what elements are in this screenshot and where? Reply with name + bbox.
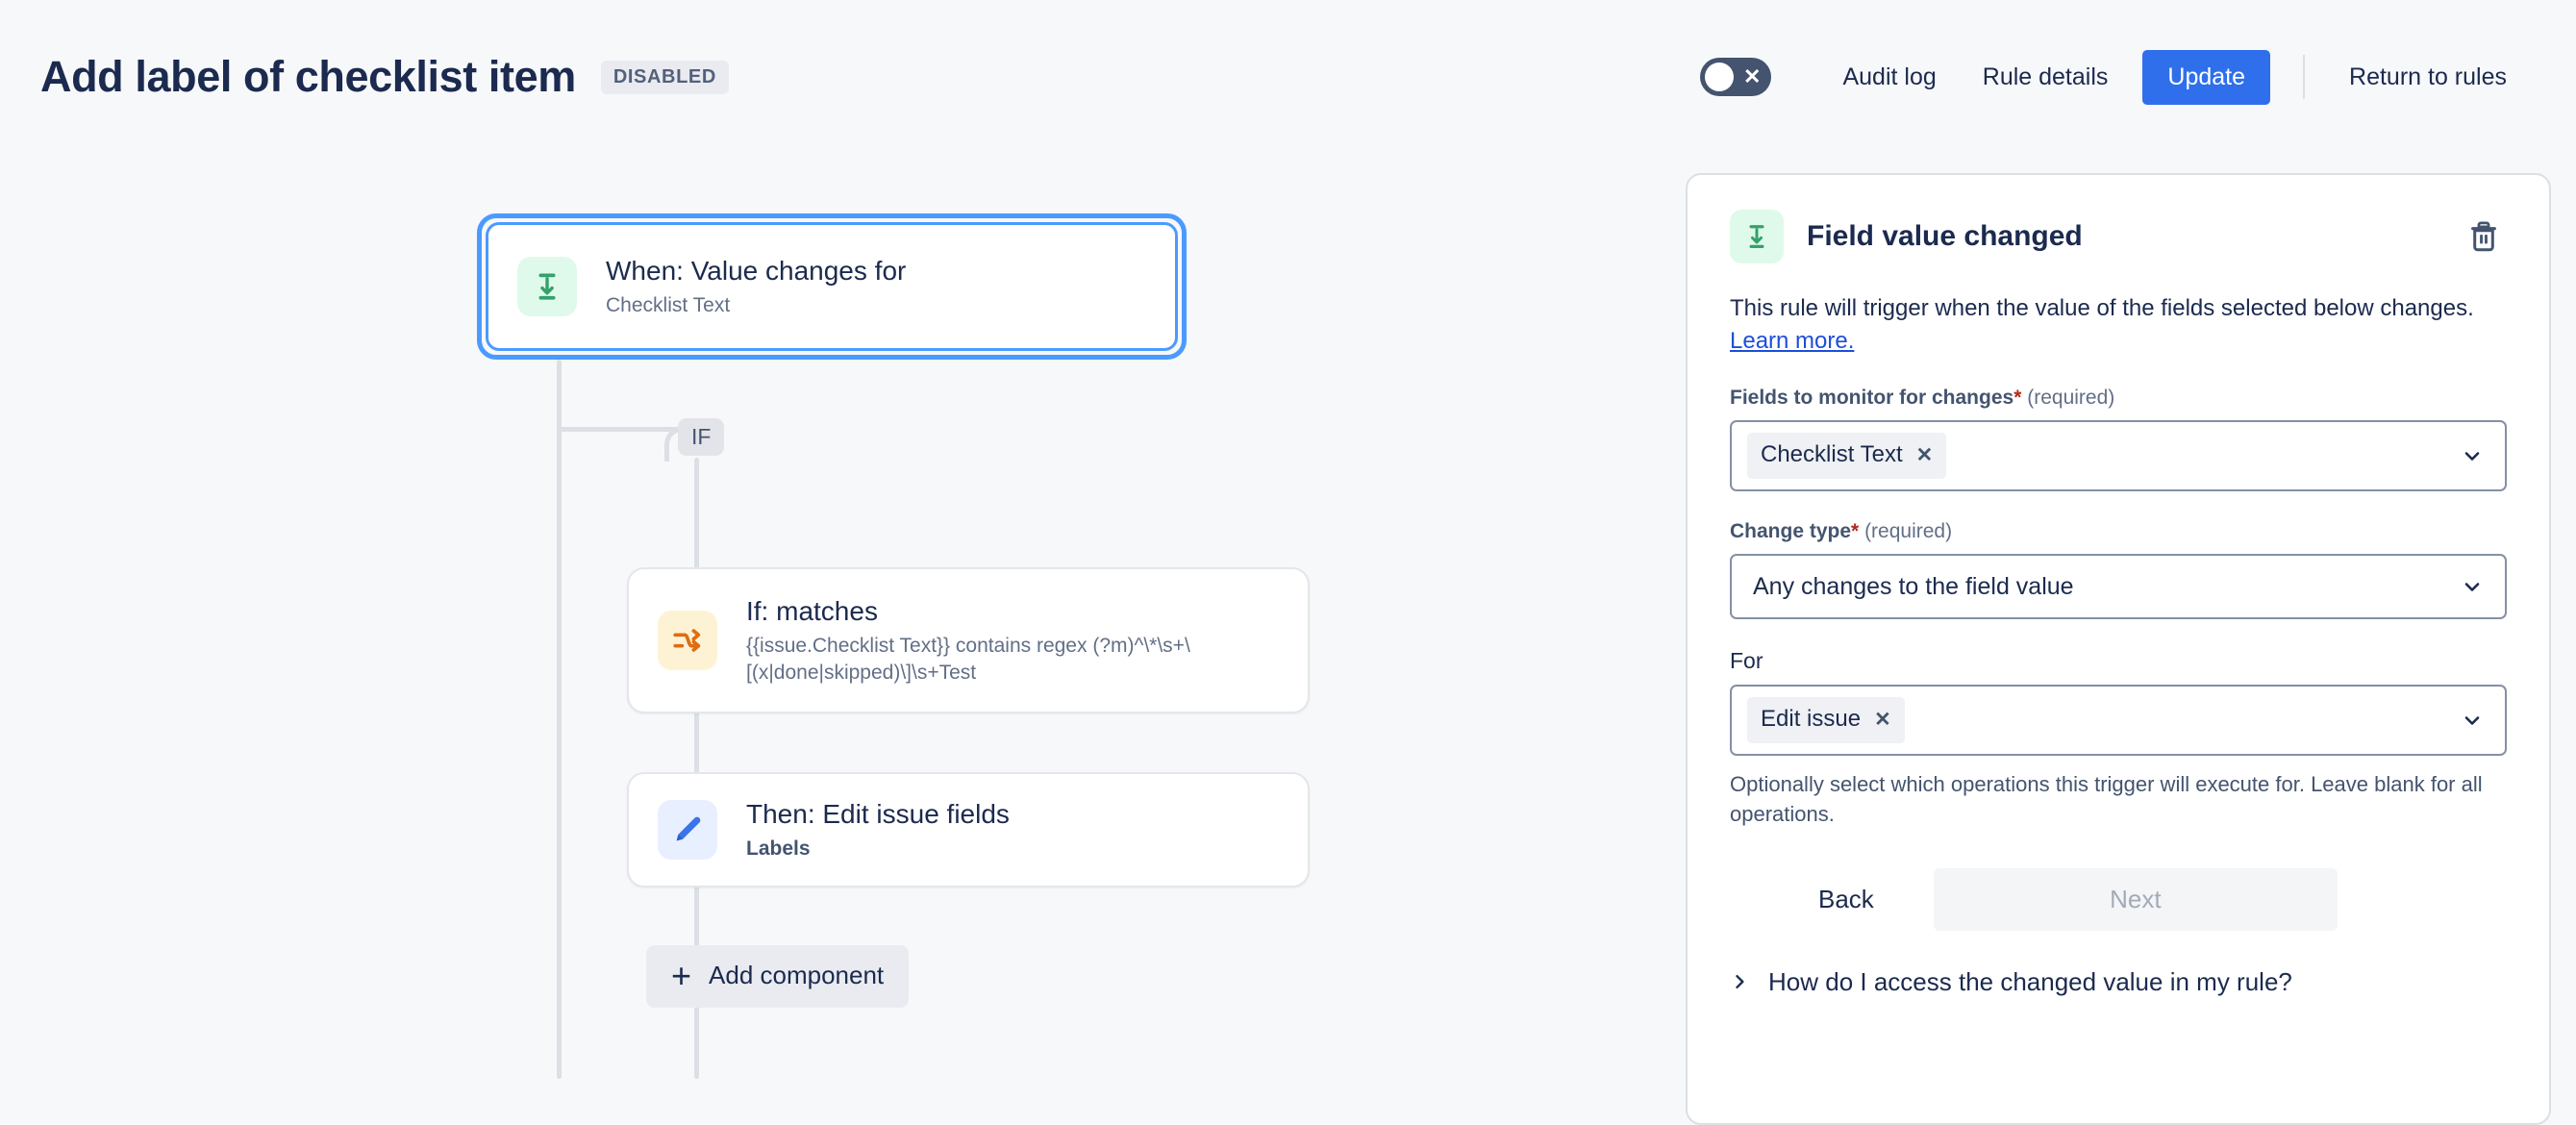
change-type-select[interactable]: Any changes to the field value: [1730, 554, 2507, 619]
plus-icon: +: [671, 963, 691, 988]
condition-node-subtitle: {{issue.Checklist Text}} contains regex …: [746, 633, 1285, 688]
trash-icon: [2466, 219, 2501, 254]
expander-label: How do I access the changed value in my …: [1768, 967, 2292, 997]
change-type-label: Change type* (required): [1730, 520, 2507, 543]
rule-details-link[interactable]: Rule details: [1960, 50, 2132, 105]
change-type-label-text: Change type: [1730, 520, 1851, 542]
for-select[interactable]: Edit issue ✕: [1730, 685, 2507, 756]
field-chip-label: Checklist Text: [1761, 441, 1903, 468]
page-title: Add label of checklist item: [40, 52, 576, 102]
change-type-value: Any changes to the field value: [1747, 573, 2074, 601]
toggle-knob: [1705, 62, 1734, 91]
trigger-node-selected[interactable]: When: Value changes for Checklist Text: [477, 213, 1187, 360]
required-asterisk: *: [2013, 387, 2021, 409]
trigger-node-title: When: Value changes for: [606, 254, 906, 288]
connector-trunk: [557, 360, 562, 1079]
trigger-node-text: When: Value changes for Checklist Text: [606, 254, 929, 319]
field-value-changed-icon: [517, 257, 577, 316]
changed-value-help-expander[interactable]: How do I access the changed value in my …: [1730, 962, 2507, 1003]
rule-enabled-toggle[interactable]: ✕: [1700, 58, 1771, 96]
fields-to-monitor-label: Fields to monitor for changes* (required…: [1730, 387, 2507, 410]
field-chip-checklist-text[interactable]: Checklist Text ✕: [1747, 433, 1946, 479]
add-component-label: Add component: [709, 961, 884, 990]
condition-node-title: If: matches: [746, 594, 1285, 628]
for-label-text: For: [1730, 648, 1763, 673]
header-actions: ✕ Audit log Rule details Update Return t…: [1700, 50, 2530, 105]
close-icon: ✕: [1743, 66, 1761, 88]
delete-trigger-button[interactable]: [2461, 213, 2507, 260]
action-node[interactable]: Then: Edit issue fields Labels: [627, 772, 1310, 888]
chevron-right-icon: [1730, 971, 1749, 992]
update-button[interactable]: Update: [2142, 50, 2270, 105]
chevron-down-icon[interactable]: [2461, 444, 2484, 467]
panel-button-row: Back Next: [1730, 868, 2507, 931]
return-to-rules-link[interactable]: Return to rules: [2326, 50, 2530, 105]
required-hint: (required): [2027, 387, 2114, 409]
chevron-down-icon[interactable]: [2461, 709, 2484, 732]
chevron-down-icon[interactable]: [2461, 575, 2484, 598]
pencil-edit-icon: [658, 800, 717, 860]
panel-description: This rule will trigger when the value of…: [1730, 292, 2507, 358]
field-value-changed-icon: [1730, 210, 1784, 263]
learn-more-link[interactable]: Learn more.: [1730, 328, 1854, 354]
trigger-config-panel: Field value changed This rule will trigg…: [1686, 173, 2551, 1125]
panel-title: Field value changed: [1807, 220, 2438, 253]
chip-remove-icon[interactable]: ✕: [1874, 710, 1891, 730]
audit-log-link[interactable]: Audit log: [1819, 50, 1959, 105]
action-node-text: Then: Edit issue fields Labels: [746, 797, 1033, 862]
header-divider: [2303, 55, 2305, 99]
condition-node[interactable]: If: matches {{issue.Checklist Text}} con…: [627, 567, 1310, 713]
for-chip-edit-issue[interactable]: Edit issue ✕: [1747, 697, 1905, 743]
add-component-button[interactable]: + Add component: [646, 945, 909, 1008]
fields-to-monitor-select[interactable]: Checklist Text ✕: [1730, 420, 2507, 491]
back-button[interactable]: Back: [1789, 868, 1903, 931]
next-button: Next: [1934, 868, 2338, 931]
title-group: Add label of checklist item DISABLED: [40, 52, 729, 102]
required-asterisk: *: [1851, 520, 1859, 542]
panel-header: Field value changed: [1730, 210, 2507, 263]
action-node-subtitle: Labels: [746, 836, 1010, 862]
trigger-node-subtitle: Checklist Text: [606, 292, 906, 319]
chip-remove-icon[interactable]: ✕: [1916, 445, 1934, 465]
status-badge: DISABLED: [601, 61, 729, 94]
trigger-node[interactable]: When: Value changes for Checklist Text: [486, 222, 1178, 351]
for-label: For: [1730, 648, 2507, 674]
action-node-title: Then: Edit issue fields: [746, 797, 1010, 831]
branch-condition-icon: [658, 611, 717, 670]
for-help-text: Optionally select which operations this …: [1730, 769, 2507, 829]
for-chip-label: Edit issue: [1761, 706, 1861, 733]
condition-node-text: If: matches {{issue.Checklist Text}} con…: [746, 594, 1308, 688]
required-hint: (required): [1864, 520, 1952, 542]
panel-description-text: This rule will trigger when the value of…: [1730, 295, 2474, 321]
rule-canvas: When: Value changes for Checklist Text I…: [0, 154, 1686, 1079]
if-badge: IF: [678, 418, 724, 456]
fields-to-monitor-label-text: Fields to monitor for changes: [1730, 387, 2013, 409]
page-header: Add label of checklist item DISABLED ✕ A…: [0, 0, 2576, 154]
